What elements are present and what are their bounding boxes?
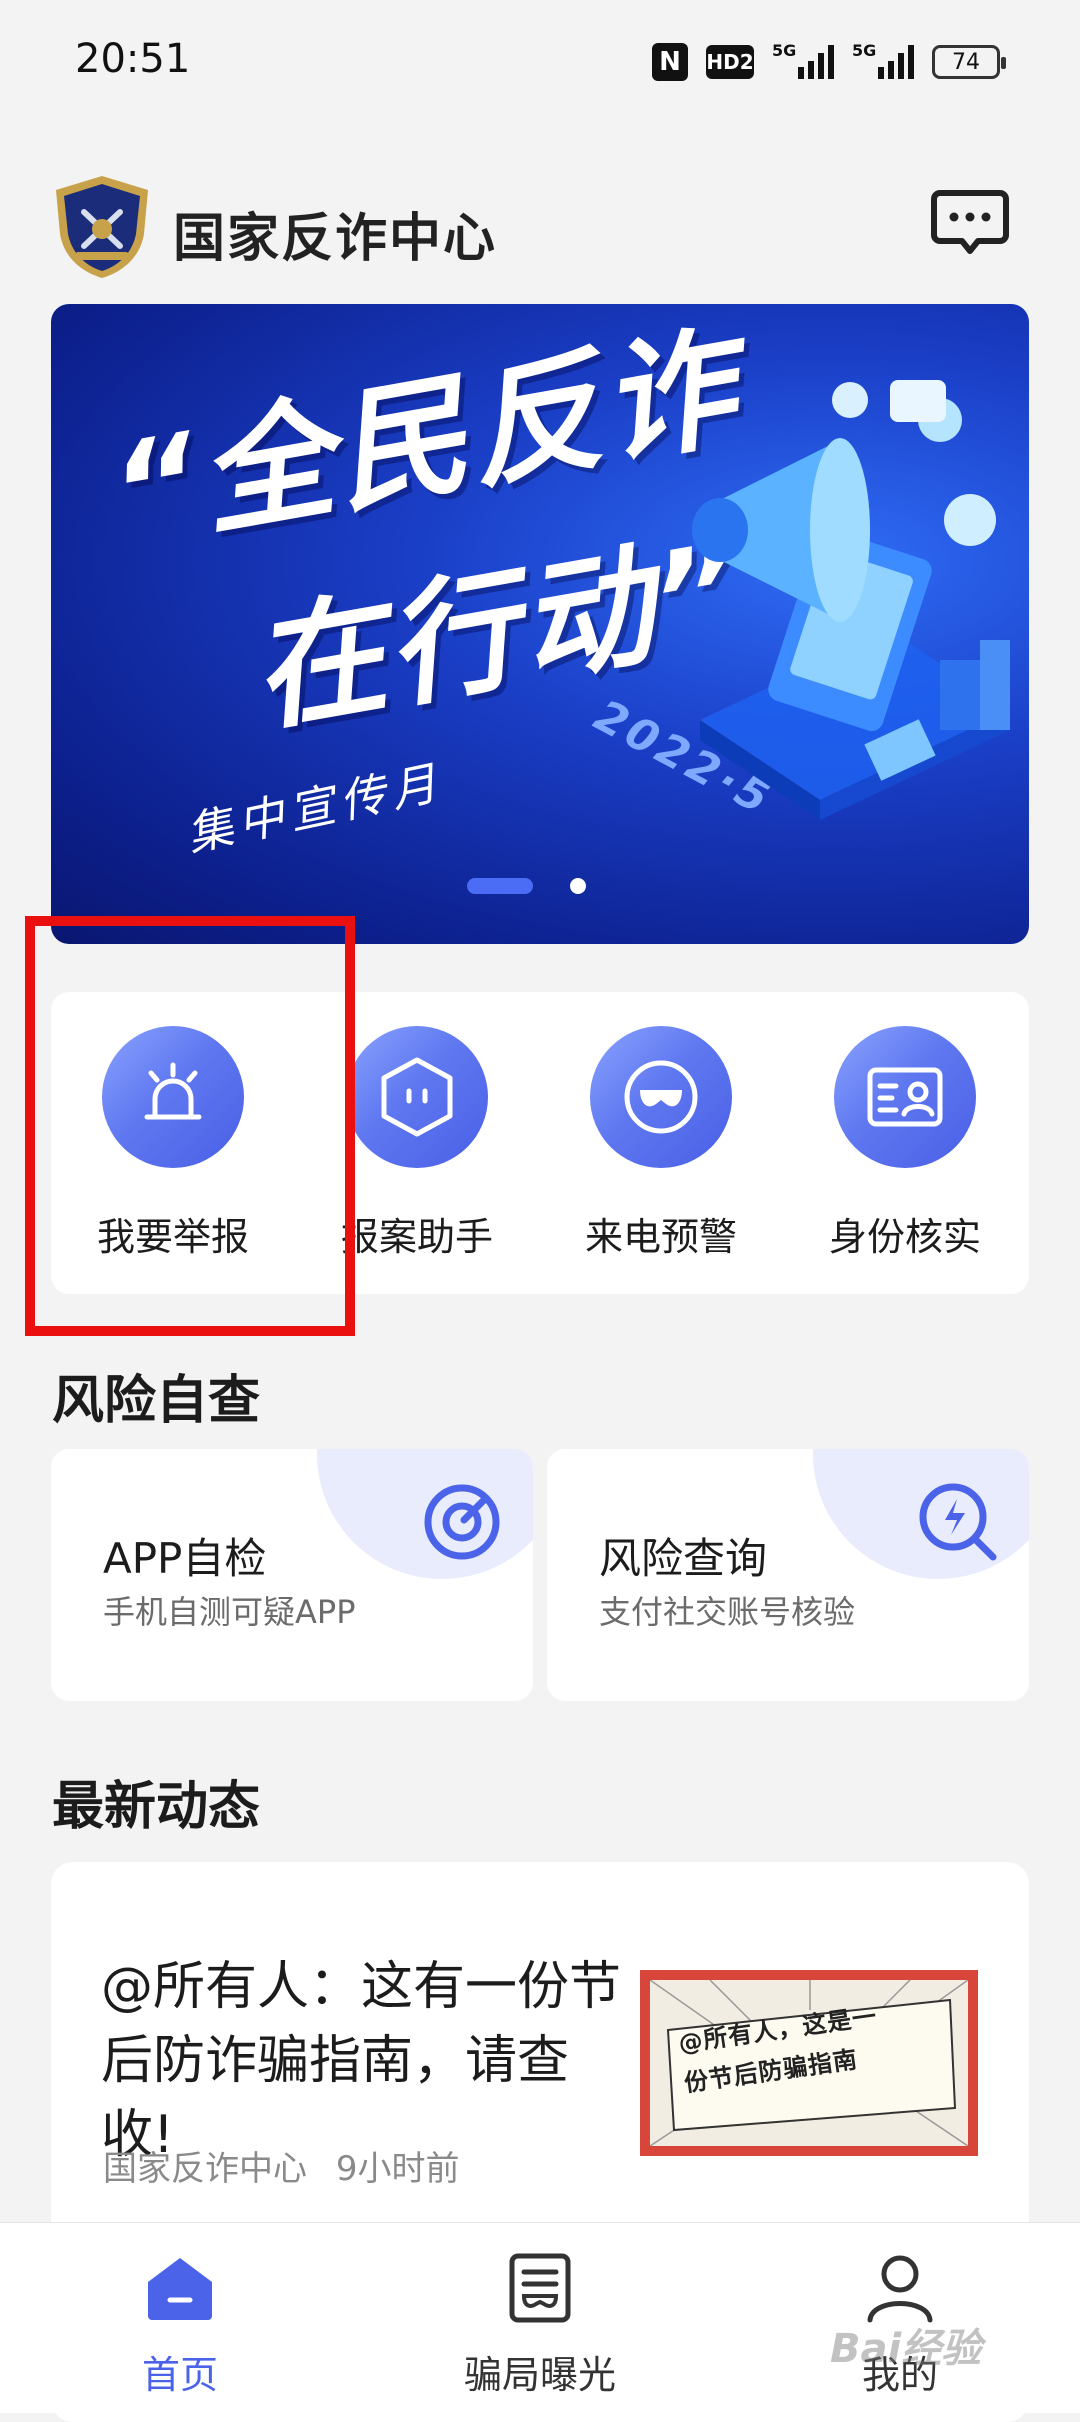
app-title: 国家反诈中心 <box>173 209 498 269</box>
hd-voice-icon: HD2 <box>706 45 754 79</box>
carousel-indicator[interactable] <box>570 878 586 894</box>
risk-card-risk-query[interactable]: 风险查询 支付社交账号核验 <box>547 1449 1029 1701</box>
section-title-news: 最新动态 <box>52 1777 261 1837</box>
action-label: 报案助手 <box>340 1215 493 1259</box>
nav-label: 首页 <box>141 2353 218 2397</box>
status-time: 20:51 <box>75 36 191 82</box>
target-scan-icon <box>424 1484 500 1560</box>
signal-icon: 5G <box>772 41 834 79</box>
risk-card-title: 风险查询 <box>599 1534 768 1583</box>
status-icons: N HD2 5G 5G 74 <box>652 40 1006 84</box>
watermark: Bai经验 <box>830 2326 982 2372</box>
battery-icon: 74 <box>932 45 1006 79</box>
action-label: 来电预警 <box>584 1215 737 1259</box>
megaphone-illustration <box>692 380 1010 820</box>
carousel-indicator-active[interactable] <box>467 878 533 894</box>
action-call-warning[interactable]: 来电预警 <box>539 992 783 1294</box>
nav-scam-exposure[interactable]: 骗局曝光 <box>440 2250 640 2399</box>
risk-card-app-check[interactable]: APP自检 手机自测可疑APP <box>51 1449 533 1701</box>
news-meta: 国家反诈中心 9小时前 <box>103 2141 459 2190</box>
signal-icon-2: 5G <box>852 41 914 79</box>
user-icon <box>867 2255 933 2323</box>
news-thumbnail[interactable]: @所有人，这是一 份节后防骗指南 <box>640 1970 978 2156</box>
signal-label: 5G <box>772 41 797 60</box>
signal-label-2: 5G <box>852 41 877 60</box>
police-badge-icon <box>56 176 148 278</box>
news-title: @所有人：这有一份节 后防诈骗指南，请查收! <box>101 1950 641 2172</box>
mask-icon <box>624 1060 698 1134</box>
news-title-line-1: @所有人：这有一份节 <box>101 1957 622 2017</box>
action-id-verify[interactable]: 身份核实 <box>783 992 1027 1294</box>
risk-card-subtitle: 支付社交账号核验 <box>599 1593 856 1631</box>
id-card-icon <box>867 1067 943 1127</box>
risk-card-title: APP自检 <box>103 1534 267 1583</box>
home-icon <box>148 2258 212 2320</box>
section-title-risk: 风险自查 <box>52 1371 261 1431</box>
risk-card-subtitle: 手机自测可疑APP <box>103 1593 356 1631</box>
document-mask-icon <box>509 2253 571 2323</box>
nav-home[interactable]: 首页 <box>80 2250 280 2399</box>
chat-bubble-icon[interactable] <box>930 183 1010 263</box>
action-label: 身份核实 <box>828 1215 981 1259</box>
highlight-annotation-box <box>25 916 355 1336</box>
nfc-icon: N <box>652 43 688 81</box>
search-bolt-icon <box>919 1483 997 1561</box>
nav-label: 骗局曝光 <box>463 2353 616 2397</box>
news-source: 国家反诈中心 <box>103 2149 307 2189</box>
robot-hexagon-icon <box>381 1057 453 1137</box>
news-time: 9小时前 <box>335 2149 460 2189</box>
